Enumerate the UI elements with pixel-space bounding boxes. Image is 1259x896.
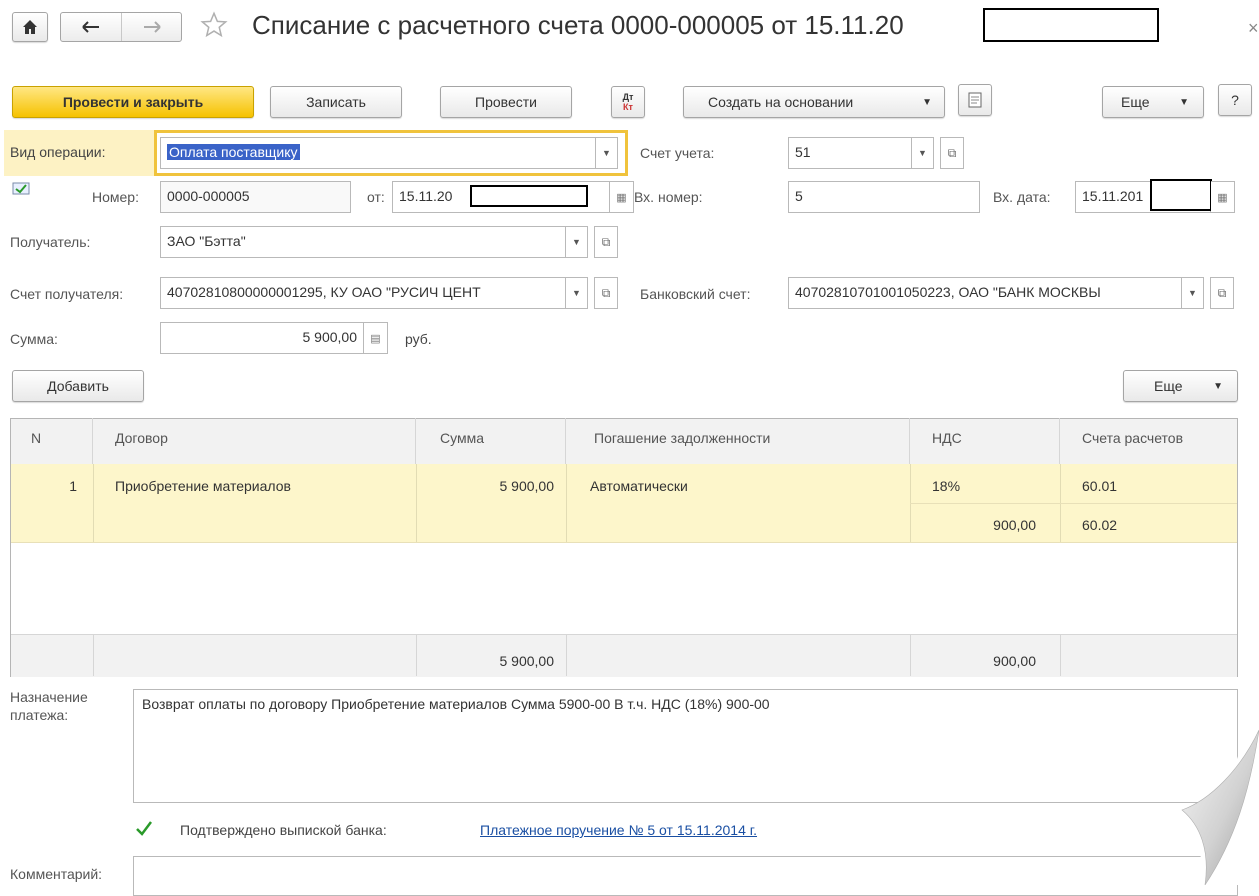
currency-label: руб.: [405, 331, 432, 347]
chevron-down-icon: ▼: [922, 96, 932, 108]
close-icon[interactable]: ×: [1248, 18, 1259, 39]
post-button[interactable]: Провести: [440, 86, 572, 118]
recipient-field[interactable]: ЗАО "Бэтта": [160, 226, 566, 258]
cell-vat-rate: 18%: [932, 478, 961, 494]
comment-field[interactable]: [133, 856, 1238, 896]
calendar-icon[interactable]: ▦: [610, 181, 634, 213]
purpose-label-line1: Назначение: [10, 689, 88, 705]
sum-field[interactable]: 5 900,00: [160, 322, 364, 354]
col-header-contract[interactable]: Договор: [93, 418, 416, 464]
purpose-label-line2: платежа:: [10, 707, 69, 723]
dt-kt-button[interactable]: Дт Кт: [611, 86, 645, 118]
arrow-left-icon: [82, 21, 99, 33]
cell-vat-amount: 900,00: [993, 517, 1036, 533]
comment-label: Комментарий:: [10, 866, 103, 882]
checkmark-icon: [136, 821, 152, 836]
create-based-on-button[interactable]: Создать на основании ▼: [683, 86, 945, 118]
footer-sum: 5 900,00: [499, 653, 555, 669]
in-number-field[interactable]: 5: [788, 181, 980, 213]
purpose-label: Назначение платежа:: [10, 688, 88, 724]
document-icon: [968, 92, 982, 108]
bank-account-field[interactable]: 40702810701001050223, ОАО "БАНК МОСКВЫ: [788, 277, 1182, 309]
account-open-button[interactable]: ⧉: [940, 137, 964, 169]
recipient-open-button[interactable]: ⧉: [594, 226, 618, 258]
page-title: Списание с расчетного счета 0000-000005 …: [252, 10, 904, 40]
in-number-label: Вх. номер:: [634, 189, 703, 205]
col-header-repayment[interactable]: Погашение задолженности: [566, 418, 910, 464]
operation-select[interactable]: Оплата поставщику: [160, 137, 596, 169]
save-button[interactable]: Записать: [270, 86, 402, 118]
sum-value: 5 900,00: [302, 329, 358, 345]
page-curl-decoration: [1150, 700, 1259, 886]
number-label: Номер:: [92, 189, 139, 205]
cell-sum: 5 900,00: [499, 478, 555, 494]
col-header-accounts[interactable]: Счета расчетов: [1060, 418, 1237, 464]
recipient-account-field[interactable]: 40702810800000001295, КУ ОАО "РУСИЧ ЦЕНТ: [160, 277, 566, 309]
navigation-group: [60, 12, 182, 42]
chevron-down-icon: ▼: [1179, 96, 1189, 108]
cell-n: 1: [69, 478, 77, 494]
col-header-vat[interactable]: НДС: [910, 418, 1060, 464]
bank-confirmed-label: Подтверждено выпиской банка:: [180, 822, 387, 838]
operation-dropdown[interactable]: ▼: [596, 137, 618, 169]
cell-account-1: 60.01: [1082, 478, 1118, 494]
dt-kt-icon: Дт Кт: [623, 92, 634, 112]
favorite-star-icon[interactable]: [200, 11, 230, 41]
in-date-label: Вх. дата:: [993, 189, 1051, 205]
home-button[interactable]: [12, 12, 48, 42]
bank-account-label: Банковский счет:: [640, 286, 751, 302]
calendar-icon[interactable]: ▦: [1211, 181, 1235, 213]
forward-button[interactable]: [122, 13, 181, 41]
cell-contract: Приобретение материалов: [115, 478, 291, 494]
account-dropdown[interactable]: ▼: [912, 137, 934, 169]
more-button[interactable]: Еще ▼: [1102, 86, 1204, 118]
cell-account-2: 60.02: [1082, 517, 1118, 533]
home-icon: [23, 20, 37, 34]
footer-divider: [566, 634, 567, 676]
number-field[interactable]: 0000-000005: [160, 181, 351, 213]
bank-account-dropdown[interactable]: ▼: [1182, 277, 1204, 309]
calculator-icon[interactable]: ▤: [364, 322, 388, 354]
help-button[interactable]: ?: [1218, 84, 1252, 116]
recipient-account-label: Счет получателя:: [10, 286, 124, 302]
create-based-on-label: Создать на основании: [708, 94, 854, 110]
arrow-right-icon: [143, 21, 161, 33]
posted-status-icon: [12, 182, 32, 198]
back-button[interactable]: [61, 13, 122, 41]
redacted-box: [1150, 179, 1212, 211]
operation-label: Вид операции:: [10, 144, 106, 160]
recipient-dropdown[interactable]: ▼: [566, 226, 588, 258]
dt-label: Дт: [622, 92, 634, 102]
purpose-textarea[interactable]: Возврат оплаты по договору Приобретение …: [133, 689, 1238, 803]
bank-confirmed-checkbox[interactable]: [134, 819, 154, 839]
redacted-box: [470, 185, 588, 207]
account-label: Счет учета:: [640, 145, 715, 161]
footer-vat: 900,00: [993, 653, 1036, 669]
payment-order-link[interactable]: Платежное поручение № 5 от 15.11.2014 г.: [480, 822, 757, 838]
purpose-text: Возврат оплаты по договору Приобретение …: [142, 696, 770, 712]
add-row-button[interactable]: Добавить: [12, 370, 144, 402]
table-more-label: Еще: [1154, 378, 1183, 394]
col-header-n[interactable]: N: [11, 418, 93, 464]
operation-value: Оплата поставщику: [167, 144, 300, 160]
footer-divider: [1060, 634, 1061, 676]
bank-account-open-button[interactable]: ⧉: [1210, 277, 1234, 309]
recipient-account-dropdown[interactable]: ▼: [566, 277, 588, 309]
post-and-close-button[interactable]: Провести и закрыть: [12, 86, 254, 118]
more-label: Еще: [1121, 94, 1150, 110]
col-header-sum[interactable]: Сумма: [416, 418, 566, 464]
account-field[interactable]: 51: [788, 137, 912, 169]
chevron-down-icon: ▼: [1213, 380, 1223, 392]
recipient-label: Получатель:: [10, 234, 91, 250]
sum-label: Сумма:: [10, 331, 58, 347]
cell-repayment: Автоматически: [590, 478, 688, 494]
table-more-button[interactable]: Еще ▼: [1123, 370, 1238, 402]
report-button[interactable]: [958, 84, 992, 116]
kt-label: Кт: [623, 102, 633, 112]
redacted-box: [983, 8, 1159, 42]
footer-divider: [93, 634, 94, 676]
from-label: от:: [367, 189, 385, 205]
recipient-account-open-button[interactable]: ⧉: [594, 277, 618, 309]
